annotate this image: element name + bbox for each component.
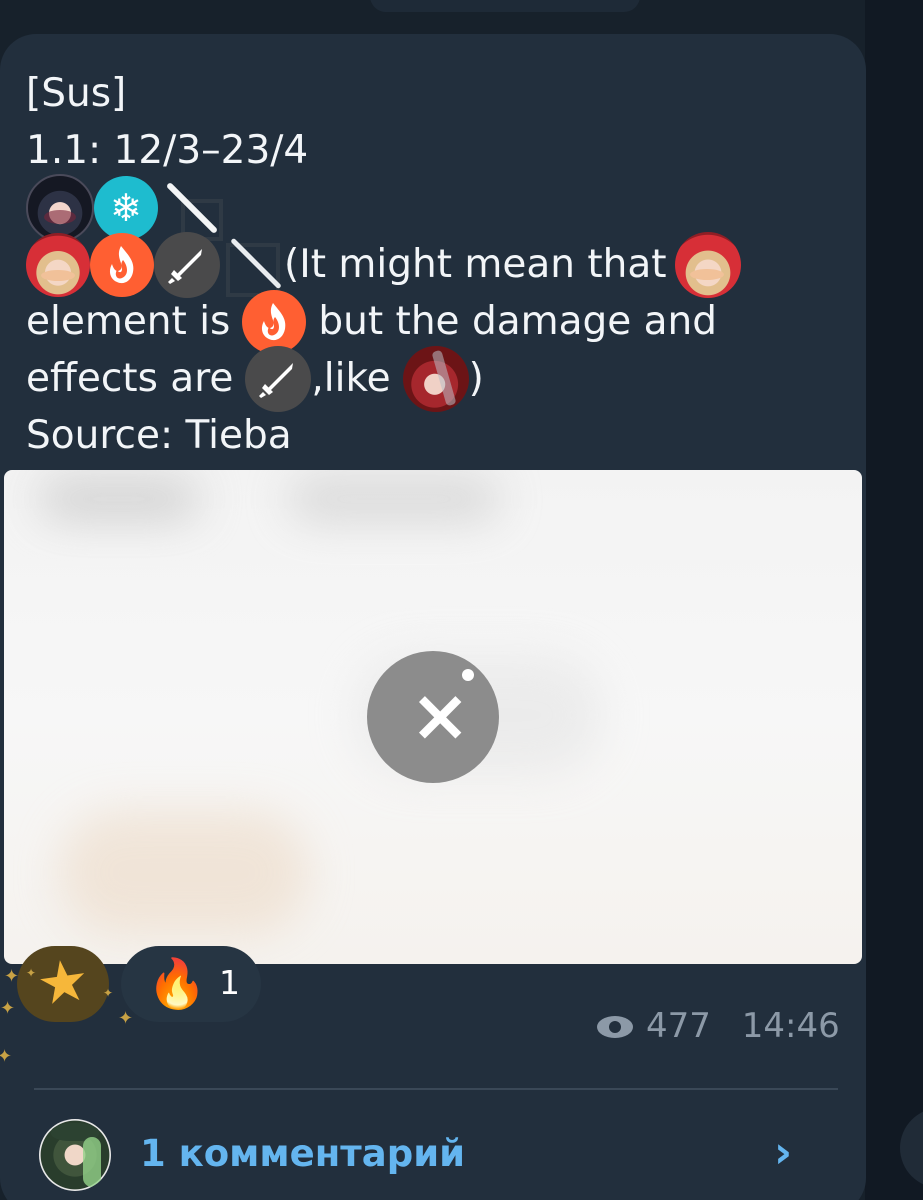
comments-button[interactable]: 1 комментарий › — [0, 1114, 866, 1200]
view-count: 477 — [646, 1006, 711, 1046]
message-line: effects are ,like ) — [26, 345, 836, 412]
sparkle-icon: ✦ — [103, 986, 114, 1000]
note-like-text: ,like — [311, 356, 391, 401]
fire-element-icon — [90, 232, 154, 297]
message-line: [Sus] — [26, 65, 836, 122]
sword-icon — [259, 362, 294, 398]
character-avatar-icon — [402, 345, 469, 412]
note-effects-text: effects are — [26, 356, 234, 401]
blurred-image-region — [59, 810, 309, 935]
version-date-range: 1.1: 12/3–23/4 — [26, 128, 309, 173]
ice-element-icon: ❄ — [94, 175, 158, 240]
fire-reaction-emoji: 🔥 — [147, 956, 207, 1012]
chevron-right-icon: › — [774, 1127, 793, 1178]
star-icon: ★ — [32, 944, 94, 1020]
message-line: Source: Tieba — [26, 407, 836, 464]
fire-icon — [262, 302, 286, 340]
blurred-image-region — [39, 478, 199, 520]
eye-icon — [596, 1014, 638, 1042]
sword-icon — [168, 248, 202, 284]
sparkle-icon: ✦ — [4, 966, 20, 987]
sword-weapon-icon — [245, 345, 312, 412]
character-avatar-icon — [26, 173, 94, 242]
fire-icon — [109, 245, 134, 283]
star-reaction-button[interactable]: ★ — [17, 944, 109, 1022]
post-tag: [Sus] — [26, 71, 127, 116]
sword-weapon-icon — [154, 231, 220, 298]
sparkle-icon: ✦ — [118, 1008, 134, 1029]
character-info-line: (It might mean that — [26, 231, 836, 298]
cancel-download-button[interactable]: × — [367, 651, 499, 783]
fire-reaction-button[interactable]: 🔥 1 — [121, 946, 261, 1022]
character-info-line: ❄ — [26, 173, 836, 242]
reaction-count: 1 — [219, 963, 240, 1002]
note-element-text: element is — [26, 299, 231, 344]
note-close-parenthesis: ) — [468, 356, 484, 401]
wand-weapon-icon — [158, 179, 223, 241]
message-time: 14:46 — [741, 1006, 840, 1046]
close-icon: × — [410, 673, 471, 757]
loading-indicator-dot — [462, 669, 474, 681]
message-meta: 477 14:46 — [596, 1004, 840, 1048]
date-pill — [370, 0, 640, 12]
sparkle-icon: ✦ — [26, 966, 37, 980]
message-text: [Sus] 1.1: 12/3–23/4 ❄ (It might mean th… — [26, 65, 836, 464]
message-line: element is but the damage and — [26, 289, 836, 354]
comment-avatar — [39, 1119, 111, 1191]
telegram-post-screen: [Sus] 1.1: 12/3–23/4 ❄ (It might mean th… — [0, 0, 923, 1200]
divider — [34, 1088, 838, 1090]
sparkle-icon: ✦ — [0, 998, 16, 1019]
note-damage-text: but the damage and — [318, 299, 718, 344]
comments-label: 1 комментарий — [140, 1132, 466, 1175]
bow-weapon-icon — [220, 233, 284, 297]
right-sidebar-strip — [865, 0, 923, 1200]
source-text: Source: Tieba — [26, 413, 292, 458]
blurred-image-region — [289, 478, 499, 520]
character-avatar-icon — [674, 231, 741, 298]
note-intro: (It might mean that — [284, 242, 667, 287]
message-line: 1.1: 12/3–23/4 — [26, 122, 836, 179]
blurred-image-preview[interactable]: × — [4, 470, 862, 964]
fire-element-icon — [242, 289, 307, 354]
character-avatar-icon — [26, 232, 90, 297]
sparkle-icon: ✦ — [0, 1046, 13, 1067]
